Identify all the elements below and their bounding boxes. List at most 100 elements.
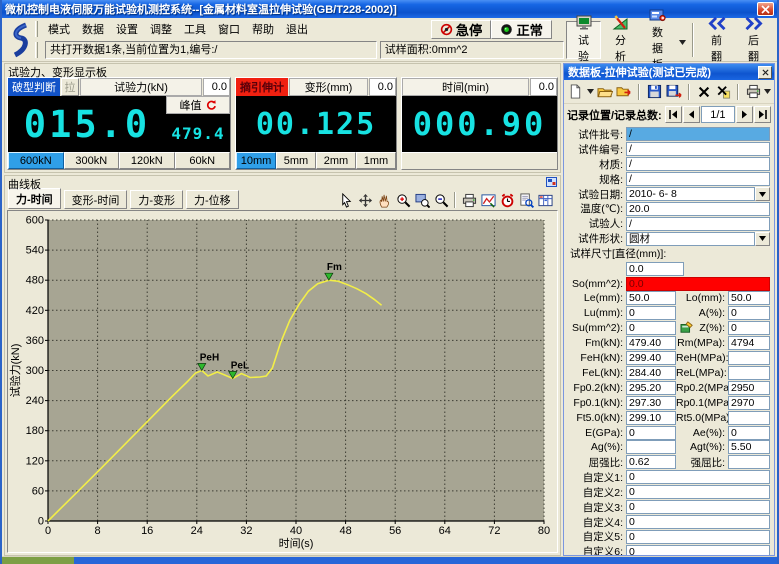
print-button[interactable]: [744, 82, 762, 102]
tension-button[interactable]: 拉: [61, 78, 79, 96]
nav-first-button[interactable]: [665, 106, 682, 123]
field-input[interactable]: 2950: [728, 381, 770, 395]
calc-tool-icon[interactable]: [680, 321, 694, 334]
range-button-1mm[interactable]: 1mm: [356, 152, 396, 169]
field-input[interactable]: 0.0: [626, 277, 770, 291]
range-button-10mm[interactable]: 10mm: [236, 152, 276, 169]
field-input[interactable]: 0: [626, 321, 676, 335]
menu-item-4[interactable]: 调整: [144, 22, 178, 38]
field-input[interactable]: 0: [626, 530, 770, 544]
field-input[interactable]: 0: [626, 500, 770, 514]
page-prev-button[interactable]: 前翻: [699, 21, 734, 59]
zoom-in-button[interactable]: [394, 191, 412, 209]
field-input[interactable]: 20.0: [626, 202, 770, 216]
nav-prev-button[interactable]: [683, 106, 700, 123]
field-input[interactable]: [728, 455, 770, 469]
cursor-button[interactable]: [337, 191, 355, 209]
export-data-button[interactable]: [616, 82, 634, 102]
curve-edit-button[interactable]: [479, 191, 497, 209]
field-input[interactable]: 0: [728, 321, 770, 335]
field-input[interactable]: 0: [626, 515, 770, 529]
zoom-out-button[interactable]: [432, 191, 450, 209]
data-table-button[interactable]: [536, 191, 554, 209]
field-input[interactable]: 圆材: [626, 232, 755, 246]
field-input[interactable]: [728, 366, 770, 380]
field-input[interactable]: 284.40: [626, 366, 676, 380]
field-input[interactable]: 297.30: [626, 396, 676, 410]
menu-item-5[interactable]: 工具: [178, 22, 212, 38]
data-panel-close-button[interactable]: [758, 66, 772, 79]
timer-button[interactable]: [498, 191, 516, 209]
field-input[interactable]: 50.0: [728, 291, 770, 305]
field-input[interactable]: 2970: [728, 396, 770, 410]
field-input[interactable]: [728, 351, 770, 365]
new-doc-button[interactable]: [567, 82, 585, 102]
nav-next-button[interactable]: [736, 106, 753, 123]
field-input[interactable]: 479.40: [626, 336, 676, 350]
save-as-button[interactable]: [665, 82, 683, 102]
field-input[interactable]: 0: [626, 545, 770, 555]
delete-batch-button[interactable]: [715, 82, 733, 102]
field-input[interactable]: /: [626, 127, 770, 141]
field-input[interactable]: 295.20: [626, 381, 676, 395]
peak-button[interactable]: 峰值: [166, 96, 230, 114]
test-button[interactable]: 试验: [566, 21, 601, 59]
nav-last-button[interactable]: [754, 106, 771, 123]
break-detect-button[interactable]: 破型判断: [8, 78, 60, 96]
menu-item-2[interactable]: 数据: [76, 22, 110, 38]
tab-变形-时间[interactable]: 变形-时间: [64, 190, 128, 209]
range-button-2mm[interactable]: 2mm: [316, 152, 356, 169]
normal-status-button[interactable]: 正常: [491, 20, 552, 39]
tab-力-位移[interactable]: 力-位移: [186, 190, 239, 209]
field-input[interactable]: /: [626, 157, 770, 171]
print-button[interactable]: [460, 191, 478, 209]
databoard-button[interactable]: 数据板: [640, 21, 675, 59]
open-folder-button[interactable]: [596, 82, 614, 102]
menu-item-7[interactable]: 帮助: [246, 22, 280, 38]
hand-button[interactable]: [375, 191, 393, 209]
dropdown-button[interactable]: [755, 232, 770, 246]
page-next-button[interactable]: 后翻: [736, 21, 771, 59]
field-input[interactable]: 0: [626, 470, 770, 484]
extensometer-button[interactable]: 摘引伸计: [236, 78, 288, 96]
field-input[interactable]: 2010- 6- 8: [626, 187, 755, 201]
dropdown-button[interactable]: [755, 187, 770, 201]
field-input[interactable]: /: [626, 172, 770, 186]
emergency-stop-button[interactable]: 急停: [431, 20, 492, 39]
analysis-button[interactable]: 分析: [603, 21, 638, 59]
menu-item-3[interactable]: 设置: [110, 22, 144, 38]
field-input[interactable]: 0: [728, 306, 770, 320]
search-data-button[interactable]: [517, 191, 535, 209]
window-close-button[interactable]: [757, 2, 774, 16]
field-input[interactable]: 0: [626, 306, 676, 320]
range-button-120kN[interactable]: 120kN: [119, 152, 175, 169]
field-input[interactable]: 0: [728, 426, 770, 440]
dropdown-icon[interactable]: [764, 89, 771, 94]
range-button-300kN[interactable]: 300kN: [64, 152, 120, 169]
dropdown-icon[interactable]: [587, 89, 594, 94]
range-button-600kN[interactable]: 600kN: [8, 152, 64, 169]
field-input[interactable]: [728, 411, 770, 425]
field-input[interactable]: 0.0: [626, 262, 684, 276]
field-input[interactable]: 0: [626, 485, 770, 499]
delete-x-button[interactable]: [695, 82, 713, 102]
databoard-dropdown-icon[interactable]: [677, 21, 687, 59]
field-input[interactable]: 299.40: [626, 351, 676, 365]
field-input[interactable]: 0.62: [626, 455, 676, 469]
field-input[interactable]: /: [626, 217, 770, 231]
field-input[interactable]: 4794: [728, 336, 770, 350]
save-button[interactable]: [645, 82, 663, 102]
field-input[interactable]: /: [626, 142, 770, 156]
field-input[interactable]: 50.0: [626, 291, 676, 305]
panel-corner-icon[interactable]: [546, 177, 557, 190]
tab-力-变形[interactable]: 力-变形: [130, 190, 183, 209]
range-button-60kN[interactable]: 60kN: [175, 152, 231, 169]
field-input[interactable]: [626, 440, 676, 454]
peak-reset-icon[interactable]: [205, 99, 217, 111]
menu-item-8[interactable]: 退出: [280, 22, 314, 38]
pan-button[interactable]: [356, 191, 374, 209]
menu-item-1[interactable]: 模式: [42, 22, 76, 38]
range-button-5mm[interactable]: 5mm: [276, 152, 316, 169]
menu-item-6[interactable]: 窗口: [212, 22, 246, 38]
field-input[interactable]: 299.10: [626, 411, 676, 425]
